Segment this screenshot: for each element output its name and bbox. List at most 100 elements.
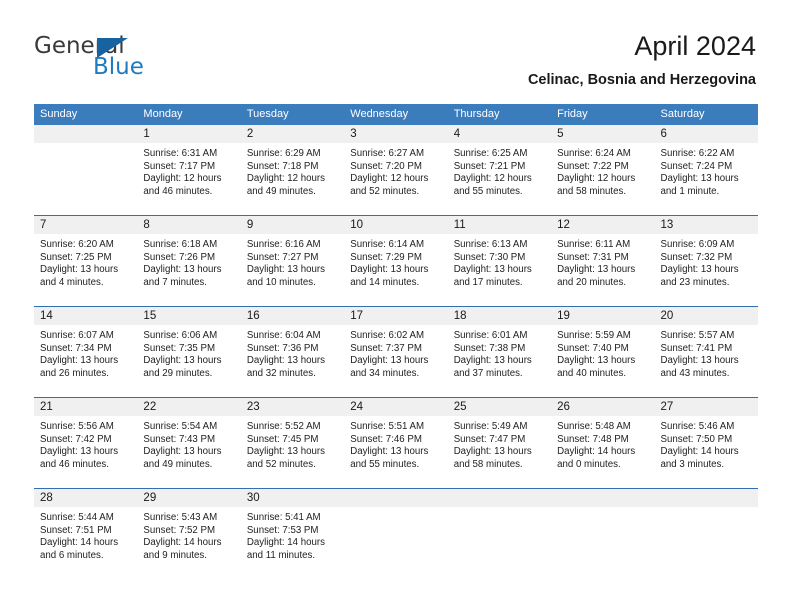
day-info-line: Sunrise: 6:01 AM <box>453 330 528 341</box>
day-number[interactable]: 6 <box>655 125 758 143</box>
day-number[interactable]: 23 <box>241 398 344 416</box>
day-cell[interactable]: Sunrise: 6:20 AM Sunset: 7:25 PM Daylight:… <box>34 234 137 306</box>
day-cell[interactable]: Sunrise: 6:04 AM Sunset: 7:36 PM Daylight:… <box>241 325 344 397</box>
day-cell[interactable]: Sunrise: 6:07 AM Sunset: 7:34 PM Daylight:… <box>34 325 137 397</box>
day-number-empty <box>34 125 137 143</box>
day-cell-empty <box>655 507 758 579</box>
day-number[interactable]: 19 <box>551 307 654 325</box>
day-info-line: and 55 minutes. <box>350 458 420 470</box>
day-cell[interactable]: Sunrise: 6:09 AM Sunset: 7:32 PM Daylight:… <box>655 234 758 306</box>
day-cell[interactable]: Sunrise: 5:41 AM Sunset: 7:53 PM Daylight:… <box>241 507 344 579</box>
day-info-line: and 32 minutes. <box>246 367 316 379</box>
day-number[interactable]: 22 <box>137 398 240 416</box>
day-number[interactable]: 8 <box>137 216 240 234</box>
day-info-line: Sunrise: 5:56 AM <box>40 421 114 432</box>
day-info-line: Sunrise: 5:41 AM <box>246 512 321 523</box>
day-cell[interactable]: Sunrise: 6:25 AM Sunset: 7:21 PM Daylight:… <box>448 143 551 215</box>
day-number[interactable]: 25 <box>448 398 551 416</box>
day-info-line: Sunset: 7:46 PM <box>350 433 422 445</box>
day-number[interactable]: 1 <box>137 125 240 143</box>
day-cell[interactable]: Sunrise: 5:44 AM Sunset: 7:51 PM Daylight:… <box>34 507 137 579</box>
day-number[interactable]: 5 <box>551 125 654 143</box>
day-info-line: Daylight: 13 hours <box>557 355 636 367</box>
day-cell[interactable]: Sunrise: 6:14 AM Sunset: 7:29 PM Daylight:… <box>344 234 447 306</box>
day-number[interactable]: 15 <box>137 307 240 325</box>
day-number[interactable]: 4 <box>448 125 551 143</box>
day-cell[interactable]: Sunrise: 5:43 AM Sunset: 7:52 PM Daylight:… <box>137 507 240 579</box>
day-info-line: Daylight: 13 hours <box>246 264 325 276</box>
day-number[interactable]: 11 <box>448 216 551 234</box>
day-number[interactable]: 18 <box>448 307 551 325</box>
day-cell[interactable]: Sunrise: 6:29 AM Sunset: 7:18 PM Daylight:… <box>241 143 344 215</box>
day-info-line: Sunrise: 6:04 AM <box>246 330 321 341</box>
day-number[interactable]: 13 <box>655 216 758 234</box>
day-cell[interactable]: Sunrise: 5:57 AM Sunset: 7:41 PM Daylight:… <box>655 325 758 397</box>
day-number[interactable]: 30 <box>241 489 344 507</box>
day-info-line: and 23 minutes. <box>660 276 730 288</box>
day-info-line: Sunset: 7:45 PM <box>246 433 319 445</box>
day-info-line: Sunrise: 6:07 AM <box>40 330 114 341</box>
day-info-line: Daylight: 14 hours <box>557 446 636 458</box>
day-info-line: Sunset: 7:48 PM <box>557 433 629 445</box>
day-number[interactable]: 10 <box>344 216 447 234</box>
day-cell[interactable]: Sunrise: 6:11 AM Sunset: 7:31 PM Daylight:… <box>551 234 654 306</box>
day-number[interactable]: 24 <box>344 398 447 416</box>
day-cell[interactable]: Sunrise: 6:01 AM Sunset: 7:38 PM Daylight:… <box>448 325 551 397</box>
day-info-line: and 52 minutes. <box>246 458 316 470</box>
day-cell[interactable]: Sunrise: 6:18 AM Sunset: 7:26 PM Daylight:… <box>137 234 240 306</box>
day-cell[interactable]: Sunrise: 5:48 AM Sunset: 7:48 PM Daylight:… <box>551 416 654 488</box>
day-number-empty <box>448 489 551 507</box>
day-number[interactable]: 27 <box>655 398 758 416</box>
day-cell[interactable]: Sunrise: 6:06 AM Sunset: 7:35 PM Daylight:… <box>137 325 240 397</box>
day-number[interactable]: 16 <box>241 307 344 325</box>
day-info-line: Sunset: 7:43 PM <box>143 433 216 445</box>
day-info-line: and 20 minutes. <box>557 276 627 288</box>
day-cell[interactable]: Sunrise: 5:56 AM Sunset: 7:42 PM Daylight:… <box>34 416 137 488</box>
day-cell[interactable]: Sunrise: 5:52 AM Sunset: 7:45 PM Daylight:… <box>241 416 344 488</box>
day-info-line: Daylight: 13 hours <box>40 355 119 367</box>
day-cell[interactable]: Sunrise: 6:24 AM Sunset: 7:22 PM Daylight:… <box>551 143 654 215</box>
day-number[interactable]: 3 <box>344 125 447 143</box>
calendar-page: General Blue April 2024 Celinac, Bosnia … <box>0 0 792 612</box>
day-cell[interactable]: Sunrise: 6:13 AM Sunset: 7:30 PM Daylight:… <box>448 234 551 306</box>
day-number[interactable]: 17 <box>344 307 447 325</box>
day-info-line: and 58 minutes. <box>557 185 627 197</box>
day-info-line: and 29 minutes. <box>143 367 213 379</box>
day-cell[interactable]: Sunrise: 5:54 AM Sunset: 7:43 PM Daylight:… <box>137 416 240 488</box>
day-number[interactable]: 21 <box>34 398 137 416</box>
day-info-line: Sunrise: 6:14 AM <box>350 239 425 250</box>
day-number[interactable]: 28 <box>34 489 137 507</box>
day-number[interactable]: 7 <box>34 216 137 234</box>
day-cell[interactable]: Sunrise: 6:31 AM Sunset: 7:17 PM Daylight:… <box>137 143 240 215</box>
page-subtitle: Celinac, Bosnia and Herzegovina <box>527 72 756 88</box>
day-info-line: Sunset: 7:51 PM <box>40 524 112 536</box>
day-cell[interactable]: Sunrise: 5:59 AM Sunset: 7:40 PM Daylight:… <box>551 325 654 397</box>
day-number[interactable]: 9 <box>241 216 344 234</box>
day-info-line: Daylight: 14 hours <box>246 537 325 549</box>
day-info-line: Sunrise: 5:46 AM <box>660 421 735 432</box>
day-number[interactable]: 12 <box>551 216 654 234</box>
day-number[interactable]: 29 <box>137 489 240 507</box>
day-info-line: Sunrise: 6:25 AM <box>453 148 528 159</box>
day-info-line: Daylight: 13 hours <box>453 264 532 276</box>
day-info-line: Sunset: 7:53 PM <box>246 524 319 536</box>
day-info-line: Daylight: 12 hours <box>246 173 325 185</box>
day-cell[interactable]: Sunrise: 5:49 AM Sunset: 7:47 PM Daylight:… <box>448 416 551 488</box>
day-info-line: Sunset: 7:38 PM <box>453 342 526 354</box>
day-cell[interactable]: Sunrise: 6:02 AM Sunset: 7:37 PM Daylight:… <box>344 325 447 397</box>
day-number[interactable]: 2 <box>241 125 344 143</box>
day-cell[interactable]: Sunrise: 6:16 AM Sunset: 7:27 PM Daylight:… <box>241 234 344 306</box>
day-number[interactable]: 14 <box>34 307 137 325</box>
day-cell[interactable]: Sunrise: 5:46 AM Sunset: 7:50 PM Daylight:… <box>655 416 758 488</box>
day-info-line: Daylight: 13 hours <box>350 446 429 458</box>
day-number[interactable]: 20 <box>655 307 758 325</box>
day-info-line: Sunrise: 5:44 AM <box>40 512 114 523</box>
day-cell[interactable]: Sunrise: 6:22 AM Sunset: 7:24 PM Daylight:… <box>655 143 758 215</box>
general-blue-logo[interactable]: General Blue <box>34 34 224 82</box>
day-number[interactable]: 26 <box>551 398 654 416</box>
calendar-week-row: 14 15 16 17 18 19 20 Sunrise: 6:07 AM Sunset: 7:… <box>34 306 758 397</box>
day-info-line: and 3 minutes. <box>660 458 725 470</box>
day-cell[interactable]: Sunrise: 6:27 AM Sunset: 7:20 PM Daylight:… <box>344 143 447 215</box>
day-cell[interactable]: Sunrise: 5:51 AM Sunset: 7:46 PM Daylight:… <box>344 416 447 488</box>
weekday-header-friday: Friday <box>557 108 588 120</box>
